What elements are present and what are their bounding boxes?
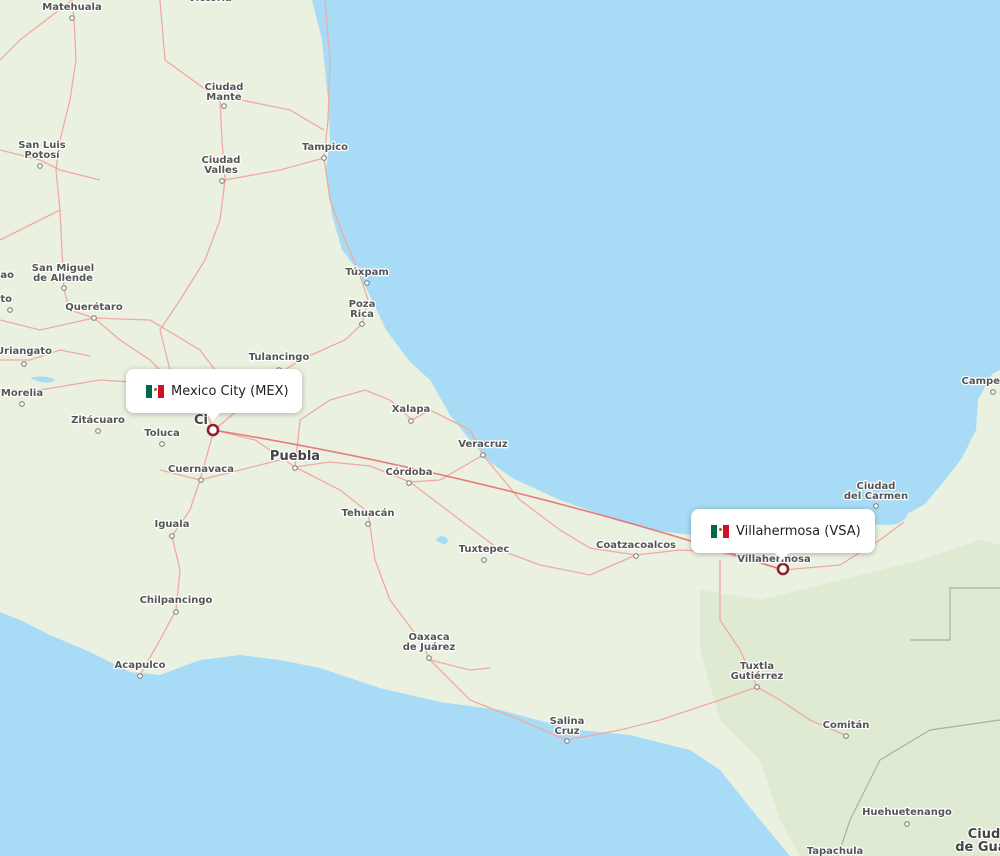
city-dot	[481, 557, 487, 563]
city-dot	[61, 285, 67, 291]
city-label: uato	[0, 294, 12, 305]
city-label: Veracruz	[458, 439, 508, 450]
origin-airport-marker[interactable]	[206, 423, 220, 437]
destination-airport-marker[interactable]	[776, 562, 790, 576]
city-label: Morelia	[1, 388, 43, 399]
city-dot	[37, 163, 43, 169]
city-label: Tapachula	[807, 846, 864, 856]
mexico-flag-icon	[711, 524, 729, 538]
city-dot	[406, 480, 412, 486]
city-label: Uriangato	[0, 346, 52, 357]
city-label: Villahermosa	[737, 554, 810, 565]
city-dot	[69, 15, 75, 21]
city-label: Xalapa	[392, 404, 431, 415]
city-dot	[408, 418, 414, 424]
city-dot	[91, 315, 97, 321]
city-label: Cuernavaca	[168, 464, 234, 475]
city-dot	[990, 389, 996, 395]
destination-city-label: Villahermosa (VSA)	[736, 523, 861, 539]
city-label: Córdoba	[385, 466, 432, 478]
city-dot	[219, 178, 225, 184]
city-dot	[754, 684, 760, 690]
city-dot	[173, 609, 179, 615]
city-dot	[873, 503, 879, 509]
city-label: San Luis Potosí	[18, 140, 65, 161]
city-dot	[169, 533, 175, 539]
city-label: ao	[0, 270, 14, 281]
city-dot	[426, 655, 432, 661]
city-label: Zitácuaro	[71, 414, 125, 426]
city-dot	[137, 673, 143, 679]
city-dot	[364, 280, 370, 286]
city-dot	[198, 477, 204, 483]
city-label: Puebla	[270, 449, 320, 464]
city-label: Salina Cruz	[550, 716, 585, 737]
origin-city-label: Mexico City (MEX)	[171, 383, 289, 399]
city-label: Iguala	[155, 519, 190, 530]
city-label: Tehuacán	[341, 507, 394, 519]
city-dot	[21, 361, 27, 367]
city-dot	[95, 428, 101, 434]
city-label: Tulancingo	[249, 352, 310, 363]
city-dot	[159, 441, 165, 447]
city-label: Campe	[962, 376, 1000, 387]
map[interactable]: Matehuala Ciudad Mante San Luis Potosí Tampic…	[0, 0, 1000, 856]
destination-callout[interactable]: Villahermosa (VSA)	[691, 509, 875, 560]
city-label: Ciudad Valles	[202, 155, 241, 176]
city-dot	[359, 321, 365, 327]
city-dot	[904, 821, 910, 827]
city-label: Tampico	[302, 142, 348, 153]
city-label: Oaxaca de Juárez	[403, 632, 456, 653]
city-label: Victoria	[188, 0, 232, 4]
city-label: Ciudad Mante	[205, 82, 244, 103]
mexico-flag-icon	[146, 384, 164, 398]
city-label: Túxpam	[345, 266, 389, 278]
city-dot	[365, 521, 371, 527]
city-label: Acapulco	[115, 660, 166, 671]
city-dot	[480, 452, 486, 458]
city-dot	[843, 733, 849, 739]
city-label: Toluca	[144, 428, 180, 439]
city-dot	[564, 738, 570, 744]
city-label: San Miguel de Allende	[32, 263, 94, 284]
city-label: Poza Rica	[349, 299, 376, 320]
city-label: Comitán	[823, 719, 870, 731]
city-dot	[633, 553, 639, 559]
city-label: Chilpancingo	[140, 595, 213, 606]
city-dot	[7, 307, 13, 313]
city-dot	[19, 401, 25, 407]
city-label: Coatzacoalcos	[596, 540, 676, 551]
city-dot	[321, 155, 327, 161]
city-label: Querétaro	[65, 301, 123, 313]
city-label: Huehuetenango	[862, 807, 952, 818]
city-dot	[292, 465, 298, 471]
origin-callout[interactable]: Mexico City (MEX)	[126, 369, 302, 420]
city-label: Tuxtepec	[459, 544, 510, 555]
city-dot	[221, 103, 227, 109]
city-label: Matehuala	[42, 2, 101, 13]
